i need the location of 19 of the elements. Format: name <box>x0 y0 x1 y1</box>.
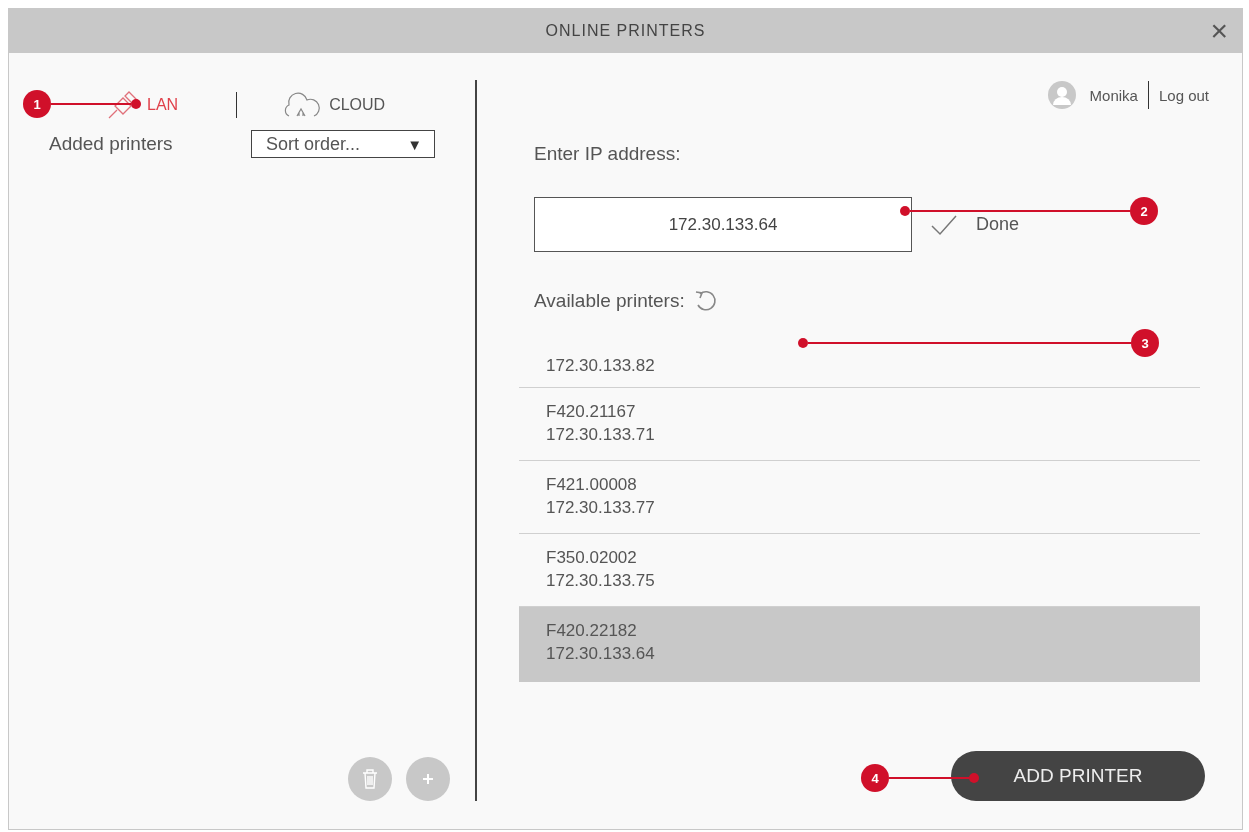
close-button[interactable]: × <box>1210 17 1228 45</box>
window-title: ONLINE PRINTERS <box>545 22 706 40</box>
ip-address-field[interactable]: 172.30.133.64 <box>534 197 912 252</box>
done-button[interactable]: Done <box>930 213 1020 236</box>
user-name: Monika <box>1089 86 1138 104</box>
section-label: Added printers <box>49 133 174 155</box>
trash-icon <box>362 769 378 789</box>
logout-link[interactable]: Log out <box>1158 86 1209 104</box>
plus-icon <box>422 773 434 785</box>
printer-list-item[interactable]: F420.22182 172.30.133.64 <box>519 607 1200 682</box>
add-printer-button[interactable]: ADD PRINTER <box>951 751 1205 801</box>
tab[interactable]: CLOUD <box>281 90 386 120</box>
printer-list-item[interactable]: F421.00008 172.30.133.77 <box>519 461 1200 534</box>
checkmark-icon <box>930 213 958 236</box>
avatar-icon <box>1047 81 1076 109</box>
sort-dropdown[interactable]: Sort order... ▼ <box>251 130 435 158</box>
printer-list-item[interactable]: F420.21167 172.30.133.71 <box>519 388 1200 461</box>
field-label: Enter IP address: <box>534 143 682 165</box>
section-label: Available printers: <box>534 290 685 312</box>
